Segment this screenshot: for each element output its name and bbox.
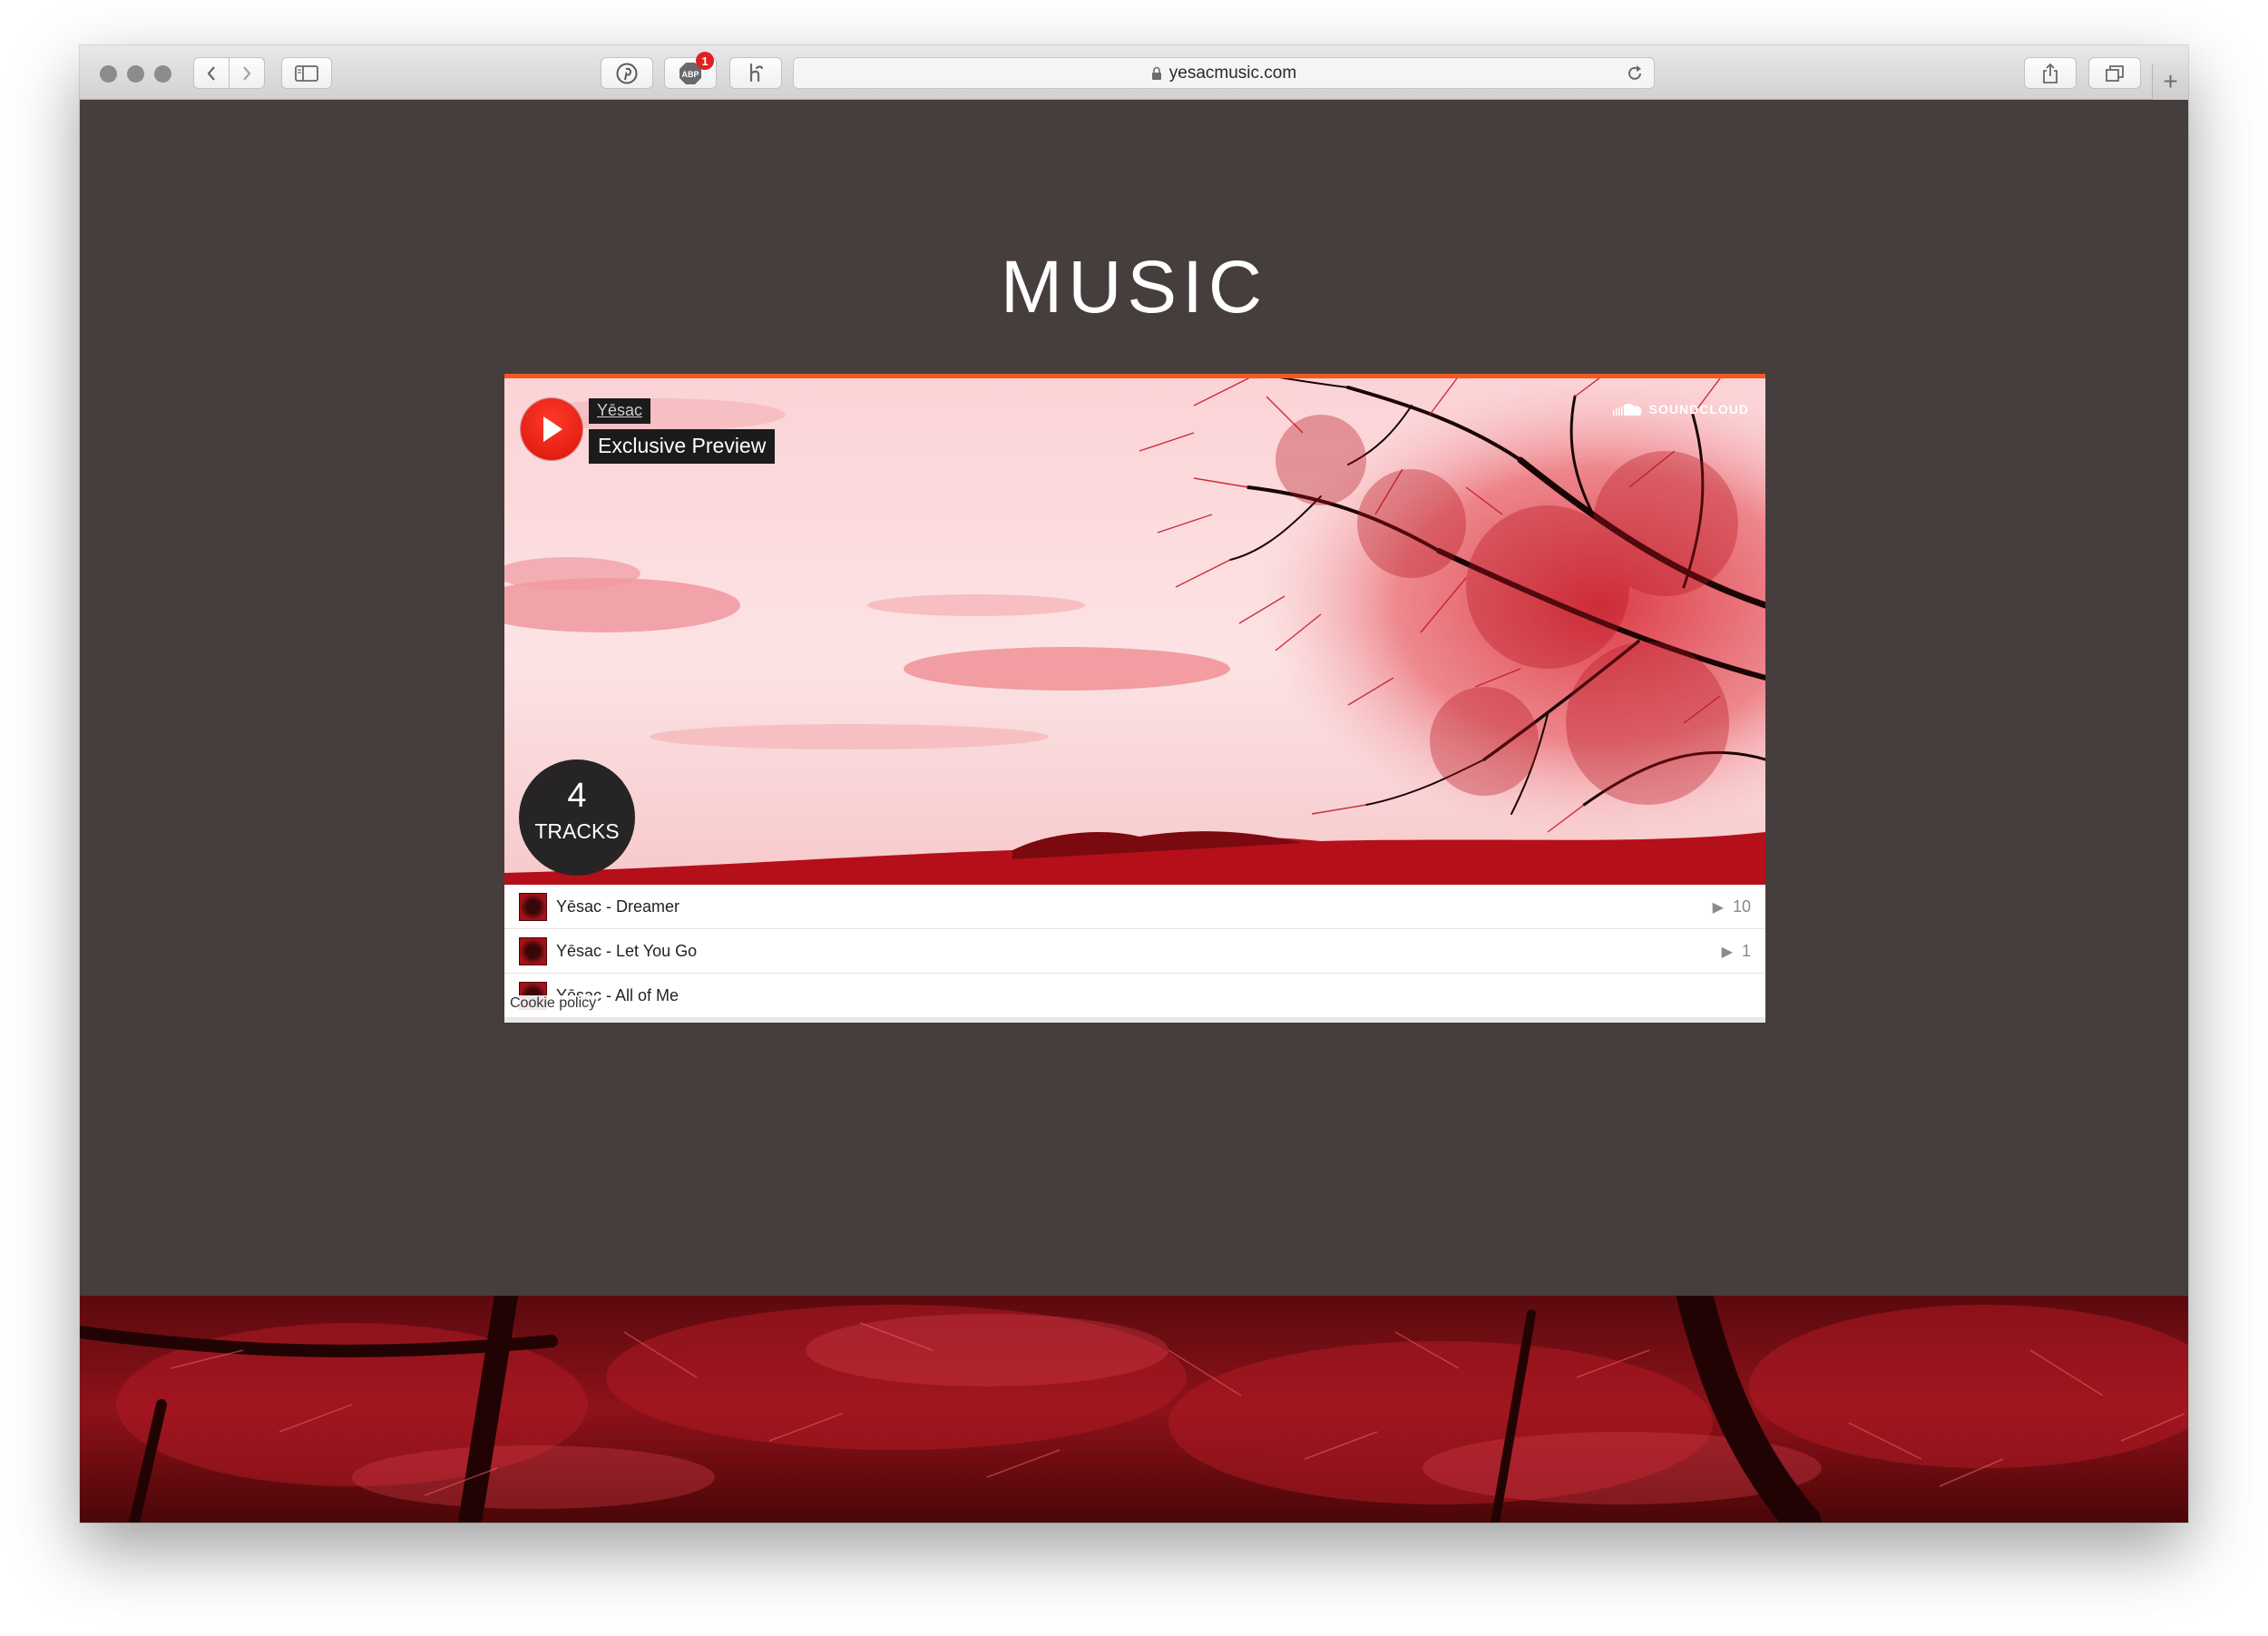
track-count-badge: 4 TRACKS xyxy=(519,759,635,876)
forward-button[interactable] xyxy=(229,57,265,89)
play-count-value: 10 xyxy=(1732,897,1751,916)
chevron-left-icon xyxy=(207,65,215,81)
new-tab-button[interactable]: + xyxy=(2152,64,2188,100)
share-icon xyxy=(2043,63,2058,83)
minimize-window-button[interactable] xyxy=(127,65,144,83)
track-title[interactable]: Yēsac - Dreamer xyxy=(556,897,679,916)
address-bar[interactable]: yesacmusic.com xyxy=(793,57,1655,89)
url-text: yesacmusic.com xyxy=(1168,63,1297,83)
share-button[interactable] xyxy=(2024,57,2077,89)
page-title: MUSIC xyxy=(1000,246,1268,328)
track-thumbnail xyxy=(519,936,547,965)
track-row[interactable]: Yēsac - Dreamer ▶ 10 xyxy=(504,885,1765,929)
plus-icon: + xyxy=(2163,67,2178,95)
reload-icon[interactable] xyxy=(1625,64,1645,83)
close-window-button[interactable] xyxy=(100,65,117,83)
browser-window: ABP 1 yesacmusic.com + MUSIC Yēsac Exclu… xyxy=(80,45,2188,1523)
soundcloud-brand: SOUNDCLOUD xyxy=(1648,402,1749,416)
sidebar-toggle-button[interactable] xyxy=(281,57,332,89)
artist-link[interactable]: Yēsac xyxy=(589,398,651,424)
track-thumbnail xyxy=(519,892,547,921)
soundcloud-player: Yēsac Exclusive Preview SOUNDCLOUD 4 TRA… xyxy=(504,374,1765,1023)
pinterest-extension-button[interactable] xyxy=(601,57,653,89)
forest-image xyxy=(80,1296,2188,1523)
zoom-window-button[interactable] xyxy=(154,65,171,83)
track-list: Yēsac - Dreamer ▶ 10 Yēsac - Let You Go … xyxy=(504,885,1765,1023)
playlist-title[interactable]: Exclusive Preview xyxy=(589,429,776,464)
show-tabs-button[interactable] xyxy=(2088,57,2141,89)
adblock-extension-button[interactable]: ABP 1 xyxy=(664,52,717,89)
play-count-value: 1 xyxy=(1741,942,1751,960)
play-count-icon: ▶ xyxy=(1712,899,1724,916)
footer-background-image xyxy=(80,1296,2188,1523)
track-row[interactable]: Yēsac - Let You Go ▶ 1 xyxy=(504,929,1765,974)
honey-extension-button[interactable] xyxy=(729,57,782,89)
play-count-icon: ▶ xyxy=(1721,944,1733,960)
track-play-count: ▶ 10 xyxy=(1713,885,1751,929)
honey-icon xyxy=(749,63,764,82)
track-title[interactable]: Yēsac - Let You Go xyxy=(556,942,697,961)
playlist-artwork: Yēsac Exclusive Preview SOUNDCLOUD 4 TRA… xyxy=(504,378,1765,885)
player-bottom-border xyxy=(504,1017,1765,1023)
tabs-icon xyxy=(2106,64,2124,82)
abp-label: ABP xyxy=(681,70,699,79)
back-button[interactable] xyxy=(193,57,230,89)
abp-badge-count: 1 xyxy=(696,52,714,70)
lock-icon xyxy=(1151,66,1161,80)
soundcloud-icon xyxy=(1612,403,1642,416)
play-button[interactable] xyxy=(521,398,582,460)
track-count-label: TRACKS xyxy=(534,818,620,843)
browser-toolbar: ABP 1 yesacmusic.com + xyxy=(80,45,2188,100)
soundcloud-logo[interactable]: SOUNDCLOUD xyxy=(1612,402,1749,416)
track-play-count: ▶ 1 xyxy=(1722,929,1751,974)
chevron-right-icon xyxy=(243,65,251,81)
play-icon xyxy=(543,416,562,442)
sidebar-icon xyxy=(295,64,318,82)
cookie-policy-link[interactable]: Cookie policy xyxy=(508,995,599,1012)
track-count: 4 xyxy=(567,777,587,815)
pinterest-icon xyxy=(616,63,638,83)
track-row[interactable]: Yēsac - All of Me xyxy=(504,974,1765,1018)
